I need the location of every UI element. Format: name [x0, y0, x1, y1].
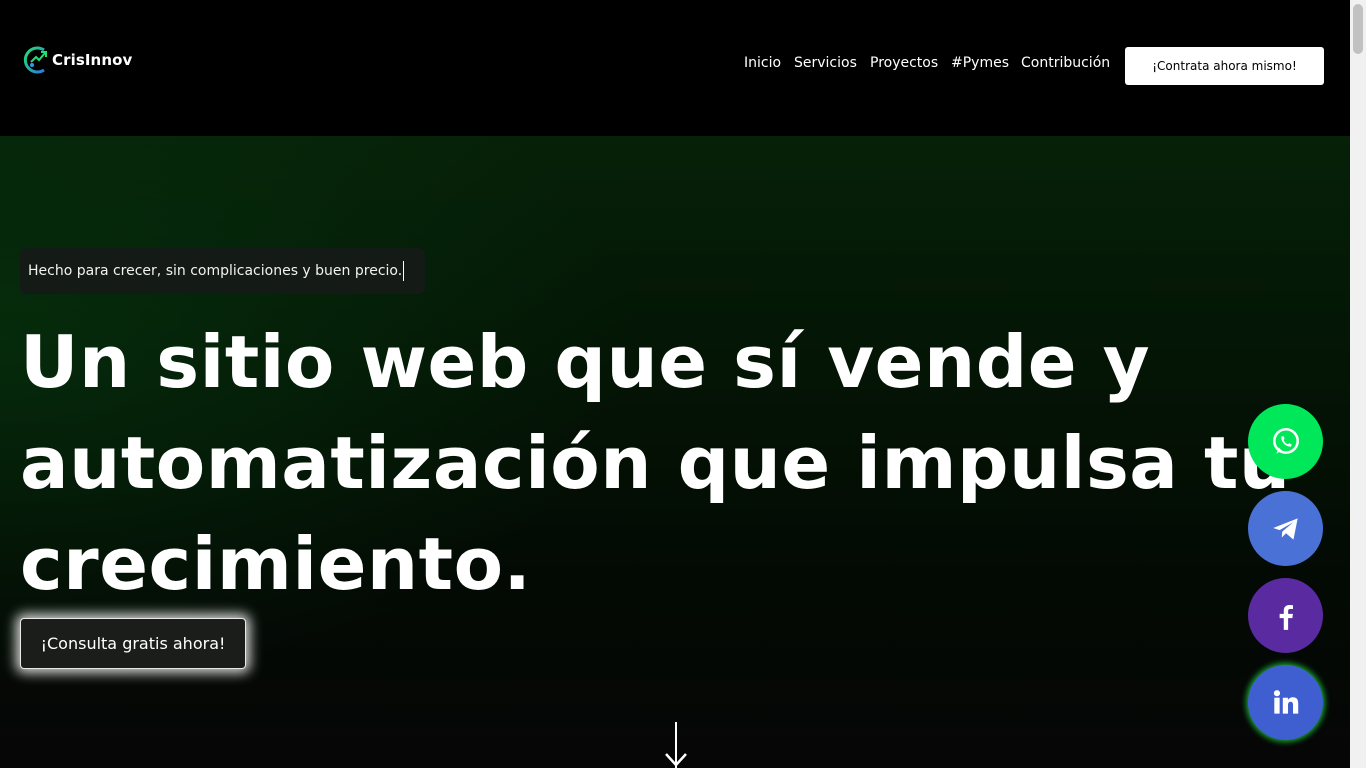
- brand-logo[interactable]: CrisInnov: [22, 44, 132, 76]
- linkedin-icon: [1273, 689, 1298, 714]
- whatsapp-button[interactable]: [1248, 404, 1323, 479]
- brand-name: CrisInnov: [52, 51, 133, 69]
- site-header: CrisInnov Inicio Servicios Proyectos #Py…: [0, 0, 1350, 136]
- telegram-button[interactable]: [1248, 491, 1323, 566]
- nav-item-inicio[interactable]: Inicio: [744, 55, 781, 71]
- typing-cursor: [403, 261, 405, 281]
- nav-item-servicios[interactable]: Servicios: [794, 55, 857, 71]
- logo-icon: [23, 46, 47, 74]
- nav-item-pymes[interactable]: #Pymes: [951, 55, 1009, 71]
- whatsapp-icon: [1272, 427, 1299, 454]
- scrollbar-thumb[interactable]: [1353, 4, 1363, 54]
- telegram-icon: [1272, 517, 1298, 540]
- facebook-button[interactable]: [1248, 578, 1323, 653]
- arrow-down-icon: [665, 753, 687, 767]
- hero-tagline: Hecho para crecer, sin complicaciones y …: [20, 248, 425, 294]
- facebook-icon: [1279, 604, 1293, 630]
- nav-item-contribucion[interactable]: Contribución: [1021, 55, 1110, 71]
- tagline-text: Hecho para crecer, sin complicaciones y …: [28, 263, 403, 279]
- nav-item-proyectos[interactable]: Proyectos: [870, 55, 938, 71]
- hire-now-button[interactable]: ¡Contrata ahora mismo!: [1125, 47, 1324, 85]
- page-scrollbar[interactable]: [1350, 0, 1366, 768]
- hero-headline: Un sitio web que sí vende y automatizaci…: [20, 320, 1291, 606]
- linkedin-button[interactable]: [1248, 665, 1323, 740]
- free-consult-button[interactable]: ¡Consulta gratis ahora!: [20, 618, 246, 669]
